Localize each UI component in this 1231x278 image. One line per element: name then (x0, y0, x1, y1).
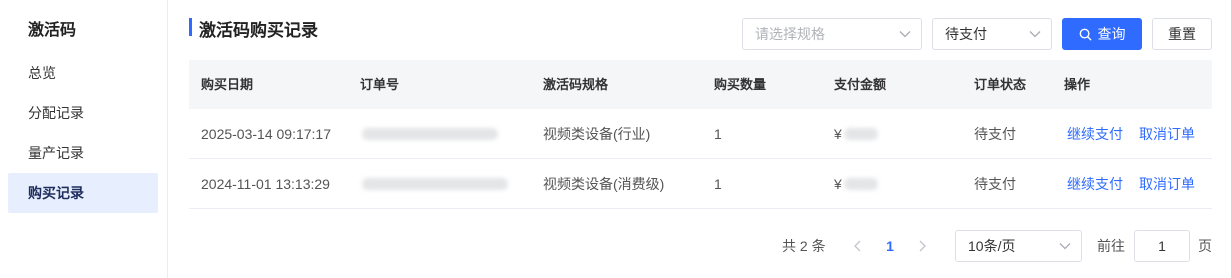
cell-quantity: 1 (714, 126, 722, 142)
cell-date: 2024-11-01 13:13:29 (201, 176, 330, 192)
chevron-down-icon (899, 31, 911, 38)
sidebar: 激活码 总览 分配记录 量产记录 购买记录 (0, 0, 168, 278)
sidebar-item-production-records[interactable]: 量产记录 (8, 133, 158, 173)
cell-quantity: 1 (714, 176, 722, 192)
sidebar-title: 激活码 (28, 22, 77, 39)
redacted-amount (844, 178, 878, 190)
chevron-left-icon[interactable] (848, 236, 868, 256)
reset-button[interactable]: 重置 (1152, 18, 1212, 50)
table-row: 2024-11-01 13:13:29 视频类设备(消费级) 1 ¥ 待支付 继… (189, 159, 1212, 209)
cell-currency: ¥ (834, 126, 842, 142)
page-size-value: 10条/页 (968, 238, 1016, 254)
page-title: 激活码购买记录 (199, 21, 318, 40)
table-header: 购买日期 订单号 激活码规格 购买数量 支付金额 订单状态 操作 (189, 60, 1212, 109)
pagination-page-1[interactable]: 1 (880, 230, 900, 262)
cell-spec: 视频类设备(行业) (543, 126, 651, 142)
sidebar-item-purchase-records[interactable]: 购买记录 (8, 173, 158, 213)
cell-status: 待支付 (974, 126, 1016, 142)
column-header-date: 购买日期 (201, 77, 254, 92)
spec-select-placeholder: 请选择规格 (755, 26, 825, 42)
spec-select[interactable]: 请选择规格 (742, 18, 922, 50)
column-header-status: 订单状态 (974, 77, 1027, 92)
cell-currency: ¥ (834, 176, 842, 192)
query-button[interactable]: 查询 (1062, 18, 1142, 50)
goto-prefix: 前往 (1097, 238, 1125, 254)
column-header-actions: 操作 (1064, 77, 1091, 92)
chevron-down-icon (1029, 31, 1041, 38)
redacted-order-no (362, 128, 498, 140)
sidebar-item-overview[interactable]: 总览 (8, 53, 158, 93)
cell-status: 待支付 (974, 176, 1016, 192)
status-select[interactable]: 待支付 (932, 18, 1052, 50)
redacted-order-no (362, 178, 508, 190)
chevron-right-icon[interactable] (912, 236, 932, 256)
column-header-spec: 激活码规格 (543, 77, 609, 92)
pagination-total: 共 2 条 (782, 238, 826, 254)
sidebar-item-allocation-records[interactable]: 分配记录 (8, 93, 158, 133)
page-size-select[interactable]: 10条/页 (955, 230, 1082, 262)
status-select-value: 待支付 (945, 26, 987, 42)
chevron-down-icon (1059, 243, 1071, 250)
column-header-order-no: 订单号 (360, 77, 400, 92)
cell-spec: 视频类设备(消费级) (543, 176, 665, 192)
table-row: 2025-03-14 09:17:17 视频类设备(行业) 1 ¥ 待支付 继续… (189, 109, 1212, 159)
column-header-amount: 支付金额 (834, 77, 887, 92)
column-header-quantity: 购买数量 (714, 77, 767, 92)
purchase-records-table: 购买日期 订单号 激活码规格 购买数量 支付金额 订单状态 操作 2025-03… (189, 60, 1212, 209)
search-icon (1079, 28, 1091, 41)
goto-suffix: 页 (1198, 238, 1212, 254)
cancel-order-link[interactable]: 取消订单 (1139, 109, 1195, 159)
cancel-order-link[interactable]: 取消订单 (1139, 159, 1195, 209)
query-button-label: 查询 (1097, 26, 1126, 42)
cell-date: 2025-03-14 09:17:17 (201, 126, 331, 142)
title-accent-bar (189, 18, 192, 36)
continue-payment-link[interactable]: 继续支付 (1067, 159, 1123, 209)
goto-page-input[interactable] (1134, 230, 1190, 262)
redacted-amount (844, 128, 878, 140)
continue-payment-link[interactable]: 继续支付 (1067, 109, 1123, 159)
